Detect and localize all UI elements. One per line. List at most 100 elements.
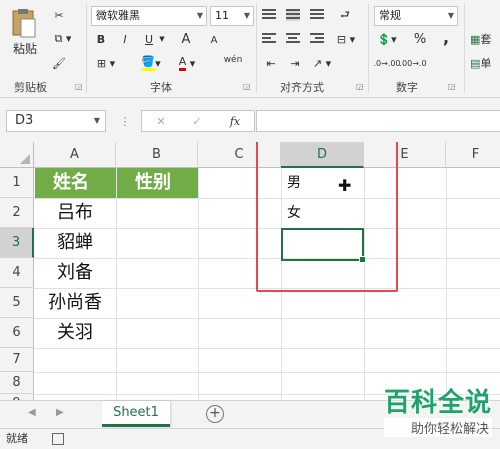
watermark: 百科全说 助你轻松解决	[383, 388, 492, 437]
increase-indent-icon[interactable]: ⇥	[286, 55, 304, 71]
macro-record-icon[interactable]	[52, 433, 64, 445]
paste-button[interactable]: 粘贴	[8, 40, 42, 56]
confirm-button[interactable]: ✓	[188, 112, 206, 130]
comma-button[interactable]: ,	[438, 28, 454, 47]
align-middle-icon[interactable]	[286, 9, 300, 21]
row-header-4[interactable]: 4	[0, 258, 34, 288]
format-table-label: 套	[480, 33, 492, 46]
wrap-text-icon[interactable]: ⮐	[336, 6, 354, 24]
insert-function-button[interactable]: fx	[224, 112, 246, 130]
align-right-icon[interactable]	[310, 33, 324, 45]
number-launcher-icon[interactable]: ◲	[448, 82, 456, 91]
group-separator	[256, 4, 257, 92]
font-color-label: A	[178, 55, 187, 71]
formula-input[interactable]	[256, 110, 500, 132]
column-header-f[interactable]: F	[446, 142, 500, 168]
chevron-down-icon: ▼	[196, 11, 203, 20]
fill-color-icon[interactable]: 🪣 ▾	[138, 54, 164, 72]
merge-cells-icon[interactable]: ⊟ ▾	[334, 30, 358, 48]
highlight-box	[256, 142, 398, 292]
row-header-2[interactable]: 2	[0, 198, 34, 228]
number-group-label: 数字	[396, 81, 418, 94]
spreadsheet-grid: A B C D E F 1 2 3 4 5 6 7 8 9 姓名 性别 吕布 貂…	[0, 142, 500, 400]
row-header-8[interactable]: 8	[0, 372, 34, 394]
increase-font-button[interactable]: A	[178, 31, 194, 47]
select-all-corner[interactable]	[0, 142, 34, 168]
gridline	[34, 348, 500, 349]
gridline	[446, 168, 447, 400]
name-box-value: D3	[15, 113, 34, 128]
bold-button[interactable]: B	[93, 31, 109, 47]
cut-icon[interactable]: ✂	[50, 6, 68, 24]
chevron-down-icon: ▼	[243, 11, 250, 20]
underline-button[interactable]: U	[141, 31, 157, 47]
decrease-font-button[interactable]: A	[206, 32, 222, 48]
alignment-launcher-icon[interactable]: ◲	[356, 82, 364, 91]
borders-icon[interactable]: ⊞ ▾	[93, 55, 119, 71]
add-sheet-icon[interactable]: +	[206, 405, 224, 423]
font-name-dropdown[interactable]: 微软雅黑 ▼	[91, 6, 207, 26]
align-center-icon[interactable]	[286, 33, 300, 45]
decrease-indent-icon[interactable]: ⇤	[262, 55, 280, 71]
font-size-dropdown[interactable]: 11 ▼	[210, 6, 254, 26]
cell-styles-label: 单	[480, 57, 492, 70]
cell-b1[interactable]: 性别	[117, 168, 198, 198]
italic-button[interactable]: I	[117, 31, 133, 47]
tab-next-icon[interactable]: ▶	[56, 407, 64, 418]
number-format-value: 常规	[379, 9, 401, 22]
align-left-icon[interactable]	[262, 33, 276, 45]
phonetic-button[interactable]: wén	[220, 53, 246, 67]
currency-icon[interactable]: 💲▾	[374, 31, 400, 47]
chevron-down-icon: ▼	[93, 116, 100, 125]
chevron-down-icon: ▼	[447, 11, 454, 20]
font-size-value: 11	[215, 9, 229, 22]
row-header-6[interactable]: 6	[0, 318, 34, 348]
orientation-icon[interactable]: ↗ ▾	[310, 55, 334, 71]
cell-a1[interactable]: 姓名	[35, 168, 116, 198]
cancel-button[interactable]: ✕	[152, 112, 170, 130]
font-launcher-icon[interactable]: ◲	[243, 82, 251, 91]
cell-style-icon: ▤	[470, 56, 481, 70]
percent-button[interactable]: %	[412, 31, 428, 47]
increase-decimal-icon[interactable]: .0→.00	[373, 55, 400, 71]
underline-dropdown-icon[interactable]: ▼	[158, 31, 166, 47]
table-icon: ▦	[470, 32, 481, 46]
group-separator	[464, 4, 465, 92]
font-name-value: 微软雅黑	[96, 9, 140, 22]
cell-a5[interactable]: 孙尚香	[34, 288, 116, 318]
format-painter-icon[interactable]: 🖌	[50, 54, 68, 72]
copy-icon[interactable]: ⧉ ▾	[50, 30, 76, 48]
row-header-7[interactable]: 7	[0, 348, 34, 372]
alignment-group-label: 对齐方式	[280, 81, 324, 94]
number-format-dropdown[interactable]: 常规 ▼	[374, 6, 458, 26]
group-separator	[86, 4, 87, 92]
cell-a6[interactable]: 关羽	[34, 318, 116, 348]
font-color-button[interactable]: A ▾	[174, 54, 200, 72]
tab-prev-icon[interactable]: ◀	[28, 407, 36, 418]
align-top-icon[interactable]	[262, 9, 276, 21]
paste-icon[interactable]	[8, 6, 40, 40]
gridline	[116, 168, 117, 400]
row-header-1[interactable]: 1	[0, 168, 34, 198]
cell-a4[interactable]: 刘备	[34, 258, 116, 288]
align-bottom-icon[interactable]	[310, 9, 324, 21]
format-table-button[interactable]: ▦ 套	[470, 30, 500, 48]
decrease-decimal-icon[interactable]: .00→.0	[399, 55, 426, 71]
name-box[interactable]: D3 ▼	[6, 110, 106, 132]
clipboard-launcher-icon[interactable]: ◲	[75, 82, 83, 91]
cell-a3[interactable]: 貂蝉	[34, 228, 116, 258]
status-text: 就绪	[6, 432, 28, 445]
clipboard-group-label: 剪贴板	[14, 81, 47, 94]
row-header-3[interactable]: 3	[0, 228, 34, 258]
column-header-b[interactable]: B	[116, 142, 198, 168]
cell-a2[interactable]: 吕布	[34, 198, 116, 228]
sheet-tab-sheet1[interactable]: Sheet1	[102, 401, 170, 427]
more-options-icon[interactable]: ⋮	[120, 112, 131, 130]
watermark-subtitle: 助你轻松解决	[383, 418, 492, 437]
column-header-a[interactable]: A	[34, 142, 116, 168]
gridline	[198, 168, 199, 400]
watermark-title: 百科全说	[383, 388, 492, 418]
row-header-5[interactable]: 5	[0, 288, 34, 318]
cell-styles-button[interactable]: ▤ 单	[470, 54, 500, 72]
gridline	[34, 372, 500, 373]
